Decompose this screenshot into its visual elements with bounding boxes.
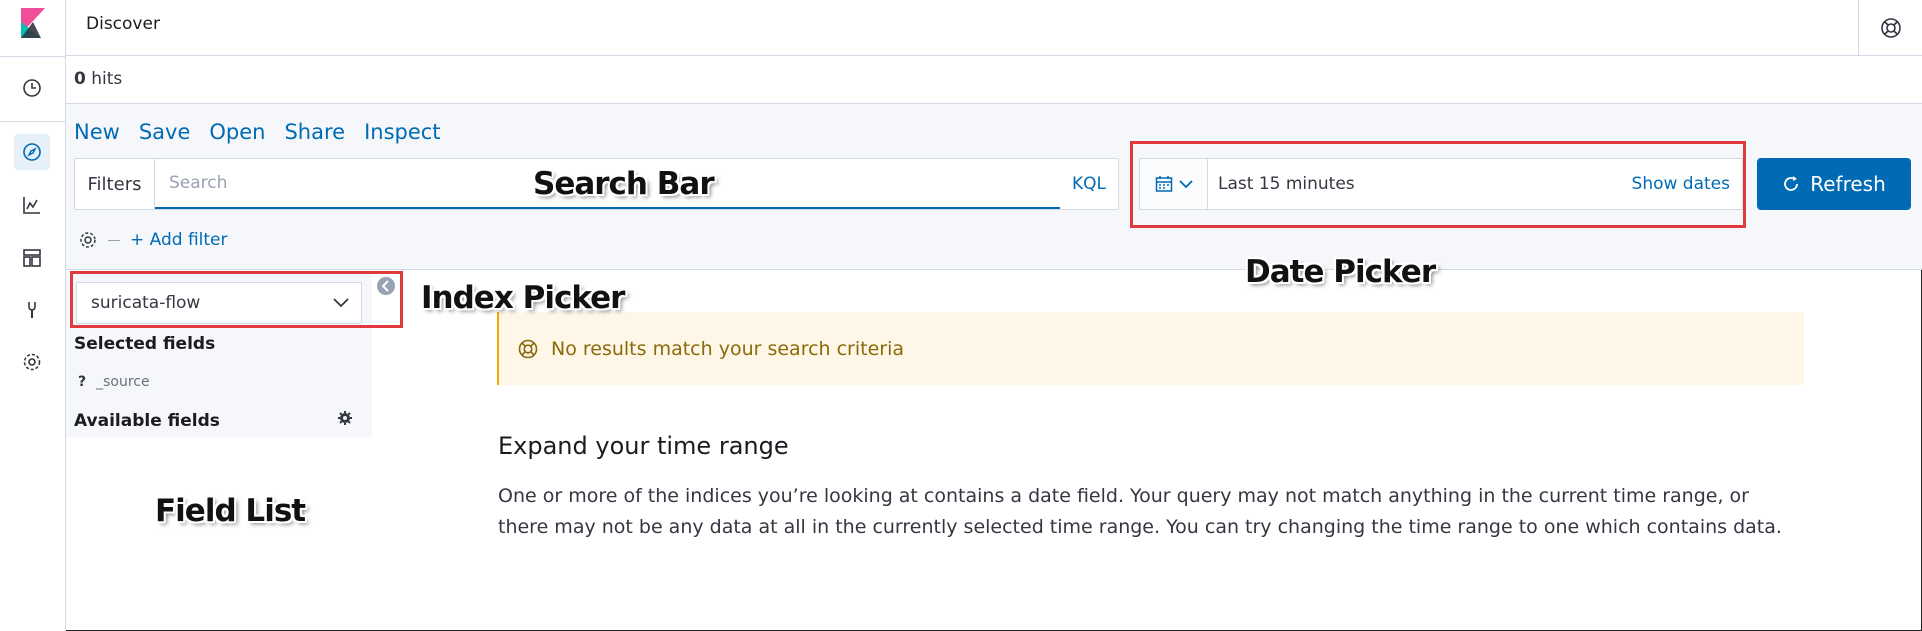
field-name: _source [96, 374, 150, 390]
selected-fields-heading: Selected fields [74, 334, 216, 354]
help-menu-button[interactable] [1858, 0, 1922, 55]
discover-compass-icon[interactable] [14, 134, 50, 170]
search-bar-annotation: Search Bar [533, 166, 715, 202]
help-lifebuoy-icon [518, 339, 538, 358]
available-fields-heading: Available fields [74, 411, 220, 431]
index-picker-annotation-box [70, 271, 403, 328]
filters-label: Filters [75, 159, 155, 209]
field-item-source[interactable]: ? _source [78, 374, 150, 390]
refresh-button[interactable]: Refresh [1757, 158, 1911, 210]
date-picker-annotation-box [1130, 141, 1746, 228]
add-filter-link[interactable]: + Add filter [130, 230, 228, 250]
expand-time-range-body: One or more of the indices you’re lookin… [498, 485, 1782, 538]
open-link[interactable]: Open [209, 120, 265, 144]
no-results-callout: No results match your search criteria [497, 312, 1804, 385]
share-link[interactable]: Share [284, 120, 345, 144]
field-list-annotation: Field List [155, 493, 306, 529]
management-gear-icon[interactable] [14, 344, 50, 380]
refresh-label: Refresh [1810, 172, 1886, 196]
filter-row: + Add filter [78, 230, 228, 250]
hit-count: 0 hits [74, 69, 123, 89]
recently-viewed-clock-icon[interactable] [14, 70, 50, 106]
dashboard-icon[interactable] [14, 240, 50, 276]
field-settings-gear-icon[interactable] [337, 410, 353, 426]
refresh-icon [1784, 176, 1799, 191]
field-type-unknown-icon: ? [78, 374, 87, 390]
kql-language-toggle[interactable]: KQL [1060, 159, 1118, 209]
inspect-link[interactable]: Inspect [364, 120, 440, 144]
visualize-chart-icon[interactable] [14, 187, 50, 223]
nav-divider [0, 56, 66, 57]
filter-settings-gear-icon[interactable] [78, 230, 98, 250]
top-menu: New Save Open Share Inspect [74, 120, 441, 144]
help-lifebuoy-icon [1880, 17, 1901, 38]
left-nav [0, 0, 66, 631]
dev-tools-wrench-icon[interactable] [14, 292, 50, 328]
index-picker-annotation: Index Picker [421, 280, 625, 316]
nav-divider [0, 121, 66, 122]
callout-text: No results match your search criteria [551, 337, 905, 360]
expand-time-range-heading: Expand your time range [498, 432, 789, 460]
save-link[interactable]: Save [139, 120, 191, 144]
new-link[interactable]: New [74, 120, 120, 144]
kibana-logo-icon[interactable] [19, 8, 47, 38]
app-header: Discover [66, 0, 1922, 56]
page-title: Discover [86, 14, 160, 34]
hits-bar: 0 hits [66, 56, 1922, 104]
filter-divider [108, 239, 120, 241]
date-picker-annotation: Date Picker [1245, 254, 1436, 290]
